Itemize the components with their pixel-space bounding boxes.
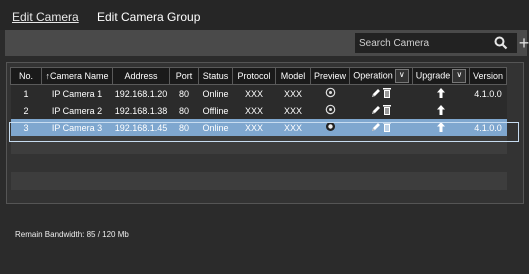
header-camera-name[interactable]: ↑Camera Name	[41, 67, 113, 85]
cell-operation	[349, 102, 413, 119]
cell-version	[469, 102, 507, 119]
cell-no: 2	[10, 102, 42, 119]
header-upgrade[interactable]: Upgrade ∨	[412, 67, 470, 85]
empty-cell	[10, 172, 507, 190]
header-port[interactable]: Port	[169, 67, 199, 85]
cell-upgrade	[412, 119, 470, 136]
cell-camera-name: IP Camera 1	[41, 84, 113, 102]
pencil-icon[interactable]	[370, 122, 382, 135]
cell-camera-name: IP Camera 3	[41, 119, 113, 136]
search-icon[interactable]	[493, 35, 509, 51]
trash-icon[interactable]	[382, 104, 392, 118]
cell-port: 80	[169, 119, 199, 136]
table-row-selected[interactable]: 3 IP Camera 3 192.168.1.45 80 Online XXX…	[10, 119, 507, 136]
cell-no: 1	[10, 84, 42, 102]
cell-preview	[310, 119, 350, 136]
cell-port: 80	[169, 84, 199, 102]
preview-circle-icon[interactable]	[325, 104, 336, 117]
cell-status: Online	[198, 84, 233, 102]
header-no[interactable]: No.	[10, 67, 42, 85]
cell-status: Online	[198, 119, 233, 136]
cell-version: 4.1.0.0	[469, 119, 507, 136]
empty-cell	[10, 154, 507, 172]
header-operation-label: Operation	[353, 70, 393, 81]
header-preview[interactable]: Preview	[310, 67, 350, 85]
cell-camera-name: IP Camera 2	[41, 102, 113, 119]
table-row-empty	[10, 136, 507, 154]
tab-edit-camera[interactable]: Edit Camera	[12, 10, 79, 24]
preview-circle-icon[interactable]	[325, 87, 336, 100]
cell-upgrade	[412, 84, 470, 102]
cell-upgrade	[412, 102, 470, 119]
cell-protocol: XXX	[232, 119, 276, 136]
cell-address: 192.168.1.20	[112, 84, 170, 102]
cell-operation	[349, 119, 413, 136]
trash-icon[interactable]	[382, 121, 392, 135]
cell-preview	[310, 84, 350, 102]
header-status[interactable]: Status	[198, 67, 233, 85]
cell-model: XXX	[275, 84, 311, 102]
empty-cell	[10, 136, 507, 154]
cell-operation	[349, 84, 413, 102]
table-row[interactable]: 1 IP Camera 1 192.168.1.20 80 Online XXX…	[10, 84, 507, 102]
arrow-up-icon[interactable]	[436, 104, 446, 118]
plus-icon[interactable]: +	[518, 32, 529, 54]
header-upgrade-label: Upgrade	[415, 70, 451, 81]
cell-status: Offline	[198, 102, 233, 119]
cell-port: 80	[169, 102, 199, 119]
tab-edit-camera-group[interactable]: Edit Camera Group	[97, 10, 200, 24]
header-operation[interactable]: Operation ∨	[349, 67, 413, 85]
tab-bar: Edit Camera Edit Camera Group	[0, 0, 529, 30]
trash-icon[interactable]	[382, 87, 392, 101]
header-model[interactable]: Model	[275, 67, 311, 85]
table-row-empty	[10, 172, 507, 190]
search-box	[355, 33, 517, 53]
cell-protocol: XXX	[232, 84, 276, 102]
table-row-empty	[10, 154, 507, 172]
toolbar: +	[5, 30, 529, 56]
remain-bandwidth-label: Remain Bandwidth: 85 / 120 Mb	[15, 230, 129, 239]
table-row[interactable]: 2 IP Camera 2 192.168.1.38 80 Offline XX…	[10, 102, 507, 119]
cell-version: 4.1.0.0	[469, 84, 507, 102]
cell-address: 192.168.1.45	[112, 119, 170, 136]
table-header-row: No. ↑Camera Name Address Port Status Pro…	[10, 67, 507, 85]
camera-table: No. ↑Camera Name Address Port Status Pro…	[10, 67, 507, 190]
cell-protocol: XXX	[232, 102, 276, 119]
search-input[interactable]	[355, 33, 493, 53]
header-protocol[interactable]: Protocol	[232, 67, 276, 85]
camera-table-panel: No. ↑Camera Name Address Port Status Pro…	[6, 62, 524, 204]
header-address[interactable]: Address	[112, 67, 170, 85]
cell-model: XXX	[275, 102, 311, 119]
chevron-down-icon[interactable]: ∨	[452, 69, 467, 83]
cell-preview	[310, 102, 350, 119]
arrow-up-icon[interactable]	[436, 121, 446, 135]
cell-address: 192.168.1.38	[112, 102, 170, 119]
cell-model: XXX	[275, 119, 311, 136]
cell-no: 3	[10, 119, 42, 136]
arrow-up-icon[interactable]	[436, 87, 446, 101]
chevron-down-icon[interactable]: ∨	[394, 69, 409, 83]
preview-circle-icon[interactable]	[325, 122, 336, 134]
pencil-icon[interactable]	[370, 105, 382, 118]
pencil-icon[interactable]	[370, 88, 382, 101]
header-version[interactable]: Version	[469, 67, 507, 85]
